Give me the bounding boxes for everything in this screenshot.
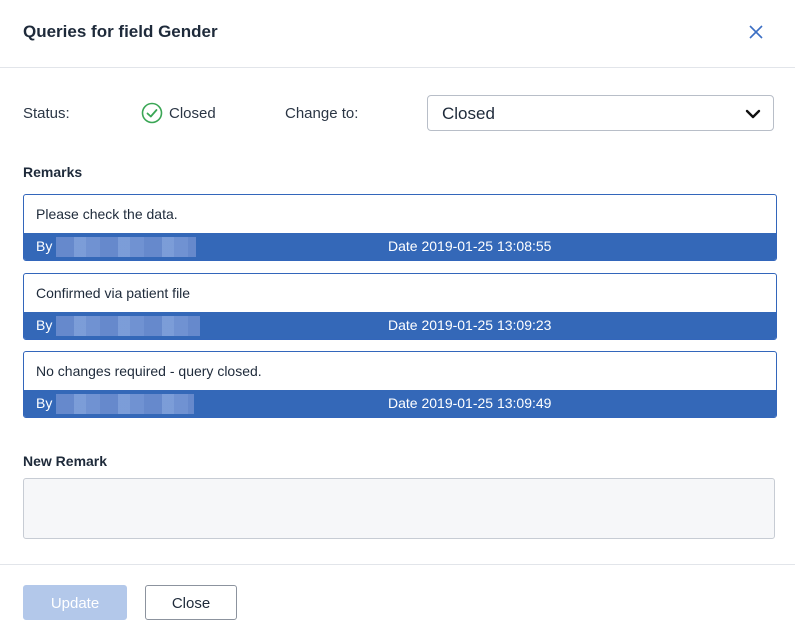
remark-date: Date 2019-01-25 13:09:23 (388, 317, 552, 333)
new-remark-input[interactable] (23, 478, 775, 539)
remark-text: Confirmed via patient file (36, 285, 191, 301)
remark-author-label: By (36, 317, 53, 333)
status-label: Status: (23, 105, 70, 122)
redacted-author (56, 394, 194, 414)
close-icon[interactable] (744, 20, 768, 44)
remark-item: No changes required - query closed. By D… (23, 351, 777, 418)
remark-item: Please check the data. By Date 2019-01-2… (23, 194, 777, 261)
remarks-heading: Remarks (23, 164, 83, 180)
dialog-header: Queries for field Gender (0, 0, 795, 68)
remark-text: No changes required - query closed. (36, 363, 262, 379)
change-to-label: Change to: (285, 105, 359, 122)
remark-meta-bar: By Date 2019-01-25 13:09:49 (24, 390, 776, 417)
close-button[interactable]: Close (145, 585, 237, 620)
status-select-value: Closed (442, 104, 495, 123)
remark-meta-bar: By Date 2019-01-25 13:09:23 (24, 312, 776, 339)
dialog-footer: Update Close (0, 564, 795, 626)
remark-meta-bar: By Date 2019-01-25 13:08:55 (24, 233, 776, 260)
remark-author-label: By (36, 395, 53, 411)
dialog-title: Queries for field Gender (23, 22, 218, 41)
remark-author-label: By (36, 238, 53, 254)
status-value: Closed (169, 105, 216, 122)
check-circle-icon (141, 102, 163, 124)
redacted-author (56, 316, 200, 336)
remark-text: Please check the data. (36, 206, 178, 222)
update-button[interactable]: Update (23, 585, 127, 620)
query-dialog: Queries for field Gender Status: Closed … (0, 0, 795, 626)
remark-date: Date 2019-01-25 13:09:49 (388, 395, 552, 411)
remark-date: Date 2019-01-25 13:08:55 (388, 238, 552, 254)
status-row: Status: Closed Change to: Closed (0, 95, 795, 131)
new-remark-heading: New Remark (23, 453, 108, 469)
remark-item: Confirmed via patient file By Date 2019-… (23, 273, 777, 340)
status-select[interactable]: Closed (427, 95, 774, 131)
chevron-down-icon (745, 107, 761, 121)
redacted-author (56, 237, 196, 257)
